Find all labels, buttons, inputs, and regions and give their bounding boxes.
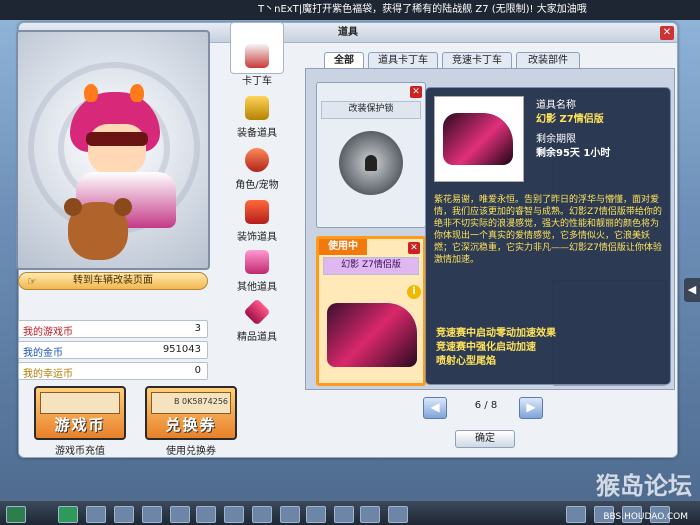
toolbar-icon[interactable] [170,506,190,523]
pager: ◀ 6 / 8 ▶ [423,397,549,419]
tab-modify-parts[interactable]: 改装部件 [516,52,580,68]
item-slot-protection-lock[interactable]: ✕ 改装保护锁 [316,82,426,228]
tab-racing-kart[interactable]: 竞速卡丁车 [442,52,512,68]
remove-icon[interactable]: ✕ [410,86,422,98]
tab-item-kart[interactable]: 道具卡丁车 [368,52,438,68]
teddy-ear [64,198,82,216]
item-name: 改装保护锁 [321,101,421,119]
currency-value: 951043 [162,344,201,355]
tab-all[interactable]: 全部 [324,52,364,68]
item-tooltip: 道具名称 幻影 Z7情侣版 剩余期限 剩余95天 1小时 紫花易谢，唯爱永恒。告… [425,87,671,385]
currency-row-lucky: 我的幸运币 0 [18,362,208,380]
barcode-graphic: B 0K5874256 [151,392,231,414]
game-coin-button-text: 游戏币 [54,416,106,434]
other-items-icon [245,250,269,274]
shop-icon[interactable] [196,506,216,523]
currency-label: 我的幸运币 [23,369,73,380]
tooltip-effect: 竞速赛中强化启动加速 [436,342,536,353]
page-indicator: 6 / 8 [474,400,498,411]
category-label: 卡丁车 [242,76,272,87]
currency-label: 我的金币 [23,348,63,359]
currency-value: 0 [194,365,201,376]
tooltip-kart-image [434,96,524,182]
currency-row-gold: 我的金币 951043 [18,341,208,359]
premium-items-icon [243,298,271,326]
kart-graphic [443,113,513,165]
category-decoration[interactable]: 装饰道具 [232,200,282,246]
flame-right [130,84,144,102]
tooltip-name-label: 道具名称 [536,100,576,111]
watermark-url: BBS.HOUDAO.COM [603,512,688,522]
sunglasses [86,132,148,146]
tooltip-item-name: 幻影 Z7情侣版 [536,114,604,125]
category-equipment[interactable]: 装备道具 [232,96,282,142]
category-label: 角色/宠物 [235,180,279,191]
toolbar-icon[interactable] [86,506,106,523]
taskbar [0,500,700,525]
teddy-ear [114,198,132,216]
info-icon[interactable]: i [407,285,421,299]
toolbar-icon[interactable] [566,506,586,523]
prev-page-button[interactable]: ◀ [423,397,447,419]
coin-graphic [40,392,120,414]
back-icon[interactable] [58,506,78,523]
kart-thumbnail [327,303,417,367]
flame-left [84,84,98,102]
remove-icon[interactable]: ✕ [408,242,420,254]
item-slot-equipped-kart[interactable]: 使用中 ✕ 幻影 Z7情侣版 i [316,236,426,386]
lock-keyhole [365,155,377,171]
category-other[interactable]: 其他道具 [232,250,282,296]
category-character-pet[interactable]: 角色/宠物 [232,148,282,194]
home-icon[interactable] [114,506,134,523]
go-to-modify-button[interactable]: ☞ 转到车辆改装页面 [18,272,208,290]
watermark-logo: 猴岛论坛 [596,472,692,500]
use-voucher-button[interactable]: B 0K5874256 兑换券 [145,386,237,440]
confirm-button[interactable]: 确定 [455,430,515,448]
tooltip-effect: 喷射心型尾焰 [436,356,496,367]
item-name: 幻影 Z7情侣版 [323,257,419,275]
pointer-icon: ☞ [27,275,37,288]
tooltip-expiry-label: 剩余期限 [536,134,576,145]
menu-icon[interactable] [6,506,26,523]
window-close-button[interactable]: ✕ [660,26,674,40]
in-use-badge: 使用中 [319,239,367,255]
toolbar-icon[interactable] [306,506,326,523]
tooltip-description: 紫花易谢，唯爱永恒。告别了昨日的浮华与懵懂，面对爱情，我们应该更加的睿智与成熟。… [434,195,662,265]
category-label: 其他道具 [237,282,277,293]
next-page-button[interactable]: ▶ [519,397,543,419]
category-label: 装饰道具 [237,232,277,243]
category-kart-inner[interactable]: 卡丁车 [232,44,282,90]
toolbar-icon[interactable] [142,506,162,523]
toolbar-icon[interactable] [360,506,380,523]
category-label: 装备道具 [237,128,277,139]
toolbar-icon[interactable] [252,506,272,523]
voucher-caption: 使用兑换券 [166,446,216,457]
toolbar-icon[interactable] [224,506,244,523]
announcement-ticker: T丶nExT|魔打开紫色福袋，获得了稀有的陆战舰 Z7 (无限制)! 大家加油哦 [0,0,700,20]
voucher-code: B 0K5874256 [174,397,228,406]
category-premium[interactable]: 精品道具 [232,298,282,346]
game-coin-caption: 游戏币充值 [55,446,105,457]
go-to-modify-label: 转到车辆改装页面 [73,275,153,286]
equipment-icon [245,96,269,120]
toolbar-icon[interactable] [334,506,354,523]
character-preview [16,30,210,270]
decoration-icon [245,200,269,224]
toolbar-icon[interactable] [280,506,300,523]
toolbar-icon[interactable] [388,506,408,523]
currency-row-game-coin: 我的游戏币 3 [18,320,208,338]
character-pet-icon [245,148,269,172]
tooltip-effect: 竞速赛中启动零动加速效果 [436,328,556,339]
recharge-game-coin-button[interactable]: 游戏币 [34,386,126,440]
tooltip-expiry-value: 剩余95天 1小时 [536,148,611,159]
category-label: 精品道具 [237,332,277,343]
voucher-button-text: 兑换券 [165,416,217,434]
currency-label: 我的游戏币 [23,327,73,338]
side-collapse-arrow[interactable]: ◀ [684,278,700,302]
currency-value: 3 [194,323,201,334]
kart-icon [245,44,269,68]
